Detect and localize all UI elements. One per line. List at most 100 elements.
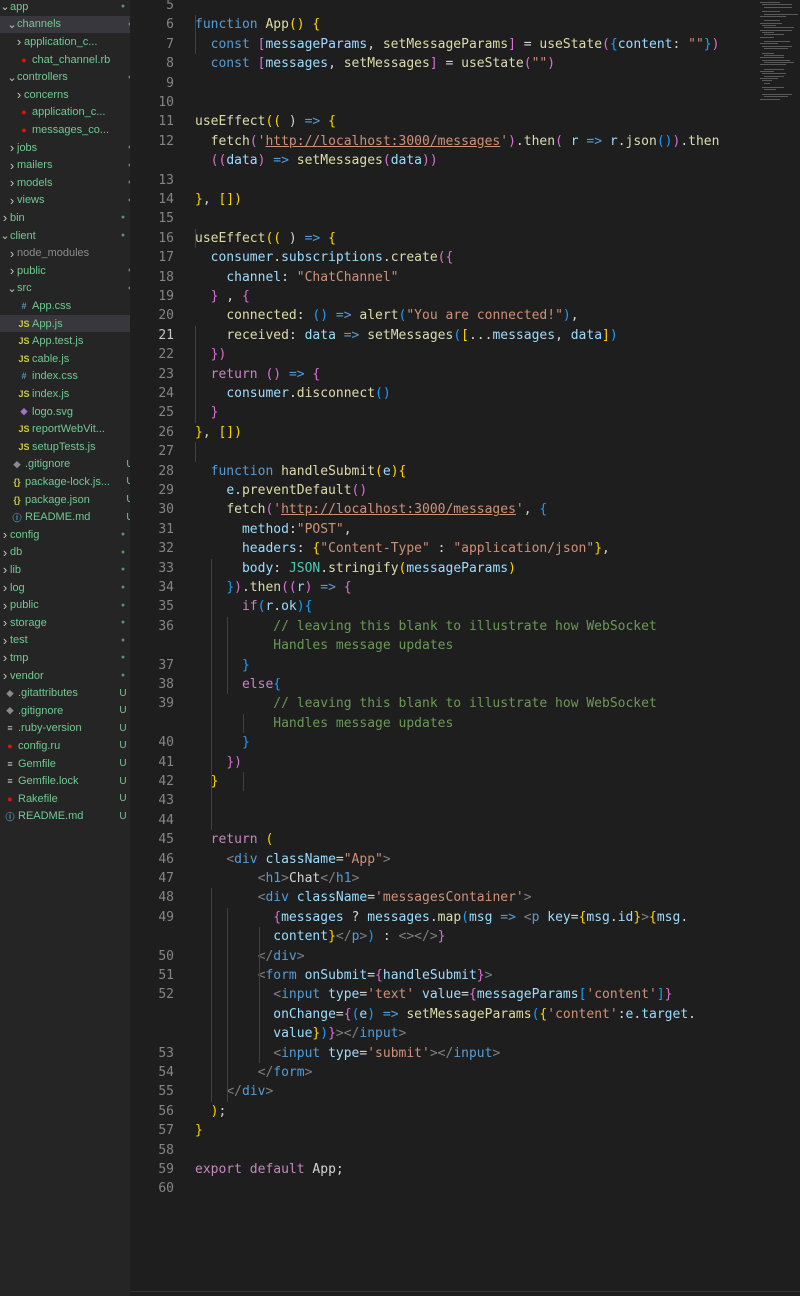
- code-line[interactable]: 27: [130, 442, 800, 461]
- explorer-file[interactable]: JSindex.jsU: [0, 385, 130, 403]
- explorer-folder[interactable]: › mailers ●: [0, 156, 130, 174]
- explorer-file[interactable]: ⓘ README.md U: [0, 808, 130, 826]
- code-line[interactable]: content}</p>) : <></>}: [130, 927, 800, 946]
- explorer-file[interactable]: ≡ .ruby-version U: [0, 720, 130, 738]
- code-line[interactable]: 60: [130, 1179, 800, 1198]
- code-line[interactable]: Handles message updates: [130, 636, 800, 655]
- code-line[interactable]: 56 );: [130, 1102, 800, 1121]
- explorer-folder[interactable]: ⌄ client ●: [0, 227, 130, 245]
- code-line[interactable]: 30 fetch('http://localhost:3000/messages…: [130, 500, 800, 519]
- code-line[interactable]: 43: [130, 791, 800, 810]
- explorer-folder[interactable]: › config ●: [0, 526, 130, 544]
- explorer-file[interactable]: ●application_c...U: [0, 104, 130, 122]
- explorer-folder[interactable]: › test ●: [0, 632, 130, 650]
- explorer-folder[interactable]: ⌄ app ●: [0, 0, 130, 16]
- explorer-file[interactable]: ●messages_co...U: [0, 121, 130, 139]
- code-line[interactable]: 55 </div>: [130, 1082, 800, 1101]
- explorer-file[interactable]: ≡ Gemfile.lock U: [0, 772, 130, 790]
- code-line[interactable]: 59 export default App;: [130, 1160, 800, 1179]
- explorer-file[interactable]: {} package-lock.js... U: [0, 473, 130, 491]
- code-line[interactable]: 9: [130, 74, 800, 93]
- code-line[interactable]: 34 }).then((r) => {: [130, 578, 800, 597]
- code-line[interactable]: 15: [130, 209, 800, 228]
- explorer-folder[interactable]: ⌄ src ●: [0, 280, 130, 298]
- code-line[interactable]: 13: [130, 171, 800, 190]
- explorer-folder[interactable]: › lib ●: [0, 561, 130, 579]
- code-line[interactable]: value})}></input>: [130, 1024, 800, 1043]
- code-line[interactable]: 5: [130, 0, 800, 15]
- code-line[interactable]: 38 else{: [130, 675, 800, 694]
- explorer-file[interactable]: {} package.json U: [0, 491, 130, 509]
- code-line[interactable]: 35 if(r.ok){: [130, 597, 800, 616]
- explorer-file[interactable]: JSApp.test.jsU: [0, 332, 130, 350]
- code-line[interactable]: 21 received: data => setMessages([...mes…: [130, 326, 800, 345]
- explorer-folder[interactable]: › log ●: [0, 579, 130, 597]
- explorer-file[interactable]: ◆ .gitattributes U: [0, 684, 130, 702]
- explorer-file[interactable]: JSreportWebVit...U: [0, 420, 130, 438]
- explorer-folder[interactable]: › models ●: [0, 174, 130, 192]
- code-line[interactable]: 8 const [messages, setMessages] = useSta…: [130, 54, 800, 73]
- code-line[interactable]: 23 return () => {: [130, 365, 800, 384]
- code-line[interactable]: 44: [130, 811, 800, 830]
- explorer-folder[interactable]: ⌄ channels ●: [0, 15, 130, 34]
- code-line[interactable]: 26}, []): [130, 423, 800, 442]
- code-line[interactable]: 41 }): [130, 753, 800, 772]
- explorer-folder[interactable]: › node_modules: [0, 244, 130, 262]
- code-line[interactable]: 18 channel: "ChatChannel": [130, 268, 800, 287]
- explorer-folder[interactable]: › bin ●: [0, 209, 130, 227]
- code-line[interactable]: 50 </div>: [130, 947, 800, 966]
- code-line[interactable]: 57}: [130, 1121, 800, 1140]
- code-line[interactable]: 54 </form>: [130, 1063, 800, 1082]
- explorer-file[interactable]: JScable.jsU: [0, 350, 130, 368]
- code-line[interactable]: 20 connected: () => alert("You are conne…: [130, 306, 800, 325]
- code-line[interactable]: 24 consumer.disconnect(): [130, 384, 800, 403]
- code-line[interactable]: 12 fetch('http://localhost:3000/messages…: [130, 132, 800, 151]
- explorer-file[interactable]: ◆logo.svgU: [0, 403, 130, 421]
- code-line[interactable]: 49 {messages ? messages.map(msg => <p ke…: [130, 908, 800, 927]
- explorer-folder[interactable]: ›concerns●: [0, 86, 130, 104]
- code-line[interactable]: 53 <input type='submit'></input>: [130, 1044, 800, 1063]
- code-line[interactable]: 22 }): [130, 345, 800, 364]
- code-line[interactable]: 14}, []): [130, 190, 800, 209]
- explorer-file[interactable]: JSApp.jsU: [0, 314, 130, 333]
- code-line[interactable]: 45 return (: [130, 830, 800, 849]
- code-line[interactable]: Handles message updates: [130, 714, 800, 733]
- code-line[interactable]: 36 // leaving this blank to illustrate h…: [130, 617, 800, 636]
- explorer-file[interactable]: ◆ .gitignore U: [0, 456, 130, 474]
- code-line[interactable]: 33 body: JSON.stringify(messageParams): [130, 559, 800, 578]
- code-line[interactable]: 48 <div className='messagesContainer'>: [130, 888, 800, 907]
- code-line[interactable]: 17 consumer.subscriptions.create({: [130, 248, 800, 267]
- explorer-folder[interactable]: › jobs ●: [0, 139, 130, 157]
- code-line[interactable]: 25 }: [130, 403, 800, 422]
- code-line[interactable]: 52 <input type='text' value={messagePara…: [130, 985, 800, 1004]
- code-line[interactable]: 46 <div className="App">: [130, 850, 800, 869]
- code-line[interactable]: 29 e.preventDefault(): [130, 481, 800, 500]
- code-line[interactable]: 58: [130, 1141, 800, 1160]
- code-line[interactable]: 6 function App() {: [130, 15, 800, 34]
- explorer-folder[interactable]: › public ●: [0, 596, 130, 614]
- explorer-folder[interactable]: ⌄ controllers ●: [0, 68, 130, 86]
- code-line[interactable]: 28 function handleSubmit(e){: [130, 462, 800, 481]
- code-line[interactable]: 47 <h1>Chat</h1>: [130, 869, 800, 888]
- explorer-file[interactable]: ●chat_channel.rbU: [0, 51, 130, 69]
- code-line[interactable]: 16 useEffect(( ) => {: [130, 229, 800, 248]
- explorer-folder[interactable]: › vendor ●: [0, 667, 130, 685]
- explorer-file[interactable]: ≡ Gemfile U: [0, 755, 130, 773]
- code-line[interactable]: 42 }: [130, 772, 800, 791]
- explorer-folder[interactable]: › storage ●: [0, 614, 130, 632]
- code-line[interactable]: 39 // leaving this blank to illustrate h…: [130, 694, 800, 713]
- code-line[interactable]: 10: [130, 93, 800, 112]
- explorer-file[interactable]: ● Rakefile U: [0, 790, 130, 808]
- code-line[interactable]: 31 method:"POST",: [130, 520, 800, 539]
- explorer-file[interactable]: ⓘ README.md U: [0, 508, 130, 526]
- code-line[interactable]: 19 } , {: [130, 287, 800, 306]
- horizontal-scrollbar[interactable]: [130, 1291, 800, 1292]
- code-line[interactable]: 51 <form onSubmit={handleSubmit}>: [130, 966, 800, 985]
- explorer-folder[interactable]: › tmp ●: [0, 649, 130, 667]
- code-line[interactable]: 40 }: [130, 733, 800, 752]
- explorer-folder[interactable]: › public ●: [0, 262, 130, 280]
- explorer-folder[interactable]: ›application_c...●: [0, 33, 130, 51]
- explorer-folder[interactable]: › views ●: [0, 192, 130, 210]
- code-line[interactable]: 32 headers: {"Content-Type" : "applicati…: [130, 539, 800, 558]
- code-editor[interactable]: 5 6 function App() {7 const [messageParams…: [130, 0, 800, 1296]
